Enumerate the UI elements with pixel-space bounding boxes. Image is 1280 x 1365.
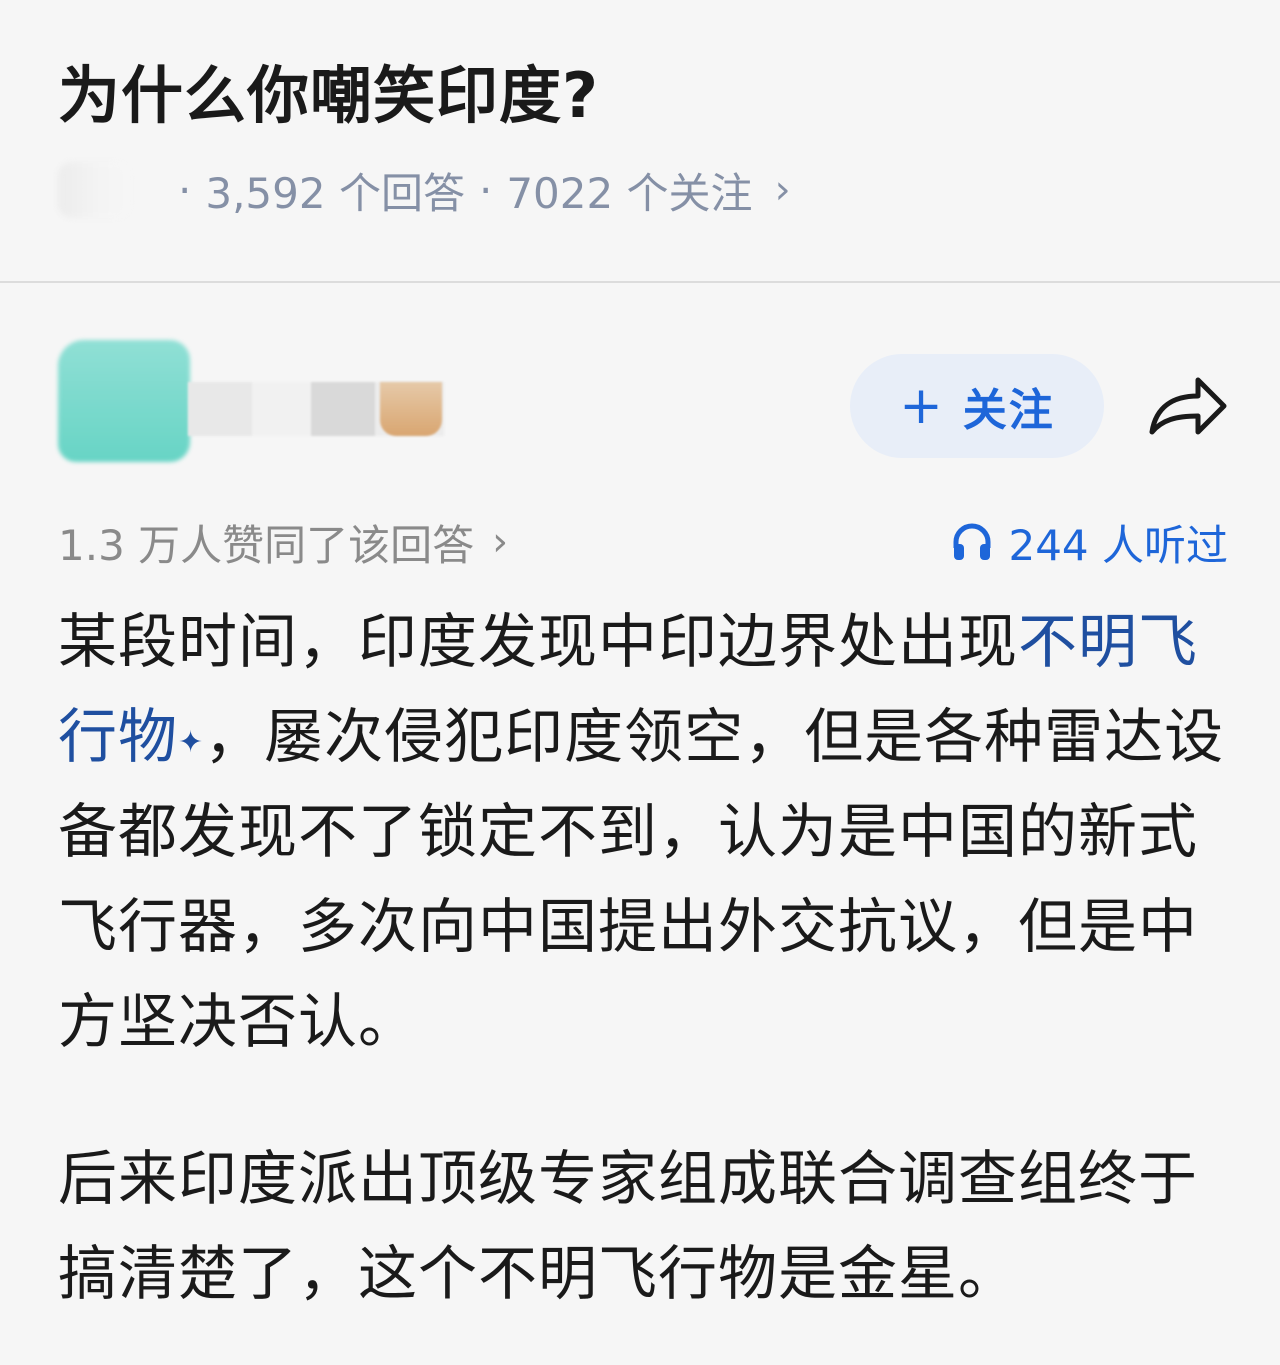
listen-text: 244 人听过 (1008, 520, 1228, 570)
sparkle-icon: ✦ (178, 725, 205, 760)
headphones-icon (953, 523, 991, 560)
answer-text: ，屡次侵犯印度领空，但是各种雷达设备都发现不了锁定不到，认为是中国的新式飞行器，… (58, 702, 1225, 1056)
answer-paragraph: 后来印度派出顶级专家组成联合调查组终于搞清楚了，这个不明飞行物是金星。 (58, 1144, 1199, 1308)
meta-separator: · (478, 165, 493, 215)
avatar[interactable] (58, 340, 190, 462)
follow-button[interactable]: + 关注 (850, 354, 1104, 458)
answer-text: 某段时间，印度发现中印边界处出现 (58, 607, 1019, 676)
author-row: + 关注 (58, 340, 1238, 480)
asker-name-blurred (58, 162, 130, 218)
follow-label: 关注 (962, 385, 1055, 436)
plus-icon: + (899, 376, 945, 436)
agree-count-link[interactable]: 1.3 万人赞同了该回答 › (58, 510, 508, 574)
chevron-right-icon: › (492, 519, 509, 565)
answer-body: 某段时间，印度发现中印边界处出现不明飞行物✦，屡次侵犯印度领空，但是各种雷达设备… (58, 594, 1238, 1321)
question-title[interactable]: 为什么你嘲笑印度? (58, 58, 599, 134)
question-meta[interactable]: · 3,592 个回答 · 7022 个关注 › (58, 160, 791, 220)
answer-stats: 1.3 万人赞同了该回答 › 244 人听过 (58, 510, 1228, 574)
follower-count: 7022 个关注 (506, 168, 753, 218)
answer-count: 3,592 个回答 (205, 168, 465, 218)
author-badge-icon (380, 382, 442, 436)
chevron-right-icon: › (774, 167, 791, 213)
question-header: 为什么你嘲笑印度? · 3,592 个回答 · 7022 个关注 › (0, 0, 1280, 282)
meta-separator: · (178, 165, 192, 215)
share-icon[interactable] (1146, 370, 1230, 442)
divider (0, 281, 1280, 283)
agree-text: 1.3 万人赞同了该回答 (58, 520, 475, 570)
answer-paragraph: 某段时间，印度发现中印边界处出现不明飞行物✦，屡次侵犯印度领空，但是各种雷达设备… (58, 594, 1238, 1069)
listen-count[interactable]: 244 人听过 (950, 510, 1228, 574)
